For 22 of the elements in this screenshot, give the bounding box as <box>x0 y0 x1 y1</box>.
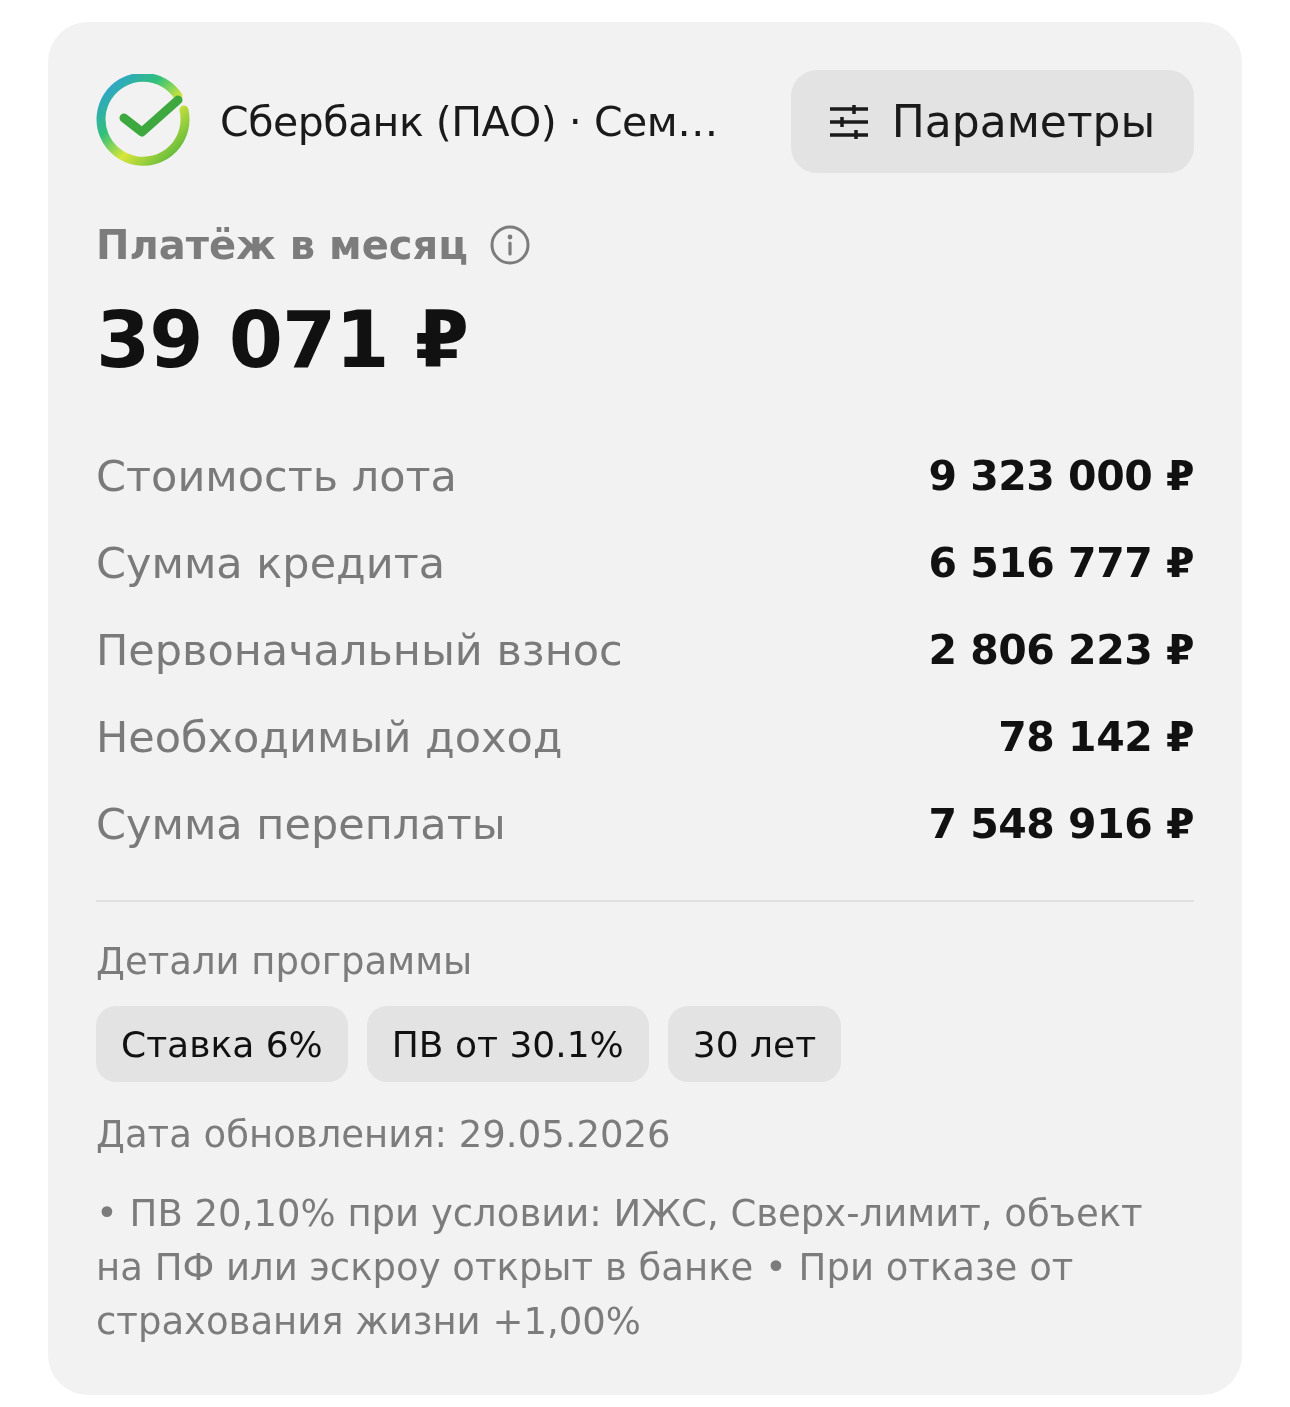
row-value: 7 548 916 ₽ <box>928 798 1194 849</box>
sliders-icon <box>829 104 868 139</box>
bank-title: Сбербанк (ПАО) · Сем… <box>220 97 719 146</box>
parameters-button[interactable]: Параметры <box>791 70 1194 173</box>
program-chip: 30 лет <box>667 1006 842 1082</box>
payment-amount: 39 071 ₽ <box>96 295 469 385</box>
row-label: Сумма переплаты <box>96 798 506 849</box>
row-value: 2 806 223 ₽ <box>928 624 1194 675</box>
program-chip: ПВ от 30.1% <box>366 1006 649 1082</box>
program-chip: Ставка 6% <box>96 1006 348 1082</box>
row-value: 6 516 777 ₽ <box>928 537 1194 588</box>
row-value: 78 142 ₽ <box>998 711 1194 762</box>
info-icon[interactable] <box>489 225 530 265</box>
row-label: Необходимый доход <box>96 711 563 762</box>
row-value: 9 323 000 ₽ <box>928 450 1194 501</box>
row-label: Сумма кредита <box>96 537 446 588</box>
row-label: Стоимость лота <box>96 450 457 501</box>
update-date: Дата обновления: 29.05.2026 <box>96 1113 672 1157</box>
payment-label: Платёж в месяц <box>96 221 468 269</box>
details-title: Детали программы <box>96 940 474 984</box>
row-label: Первоначальный взнос <box>96 624 623 675</box>
conditions-note: • ПВ 20,10% при условии: ИЖС, Сверх-лимит, объект на ПФ или эскроу открыт в банке • При отказе от страхования жизни +1,00% <box>96 1191 1144 1345</box>
